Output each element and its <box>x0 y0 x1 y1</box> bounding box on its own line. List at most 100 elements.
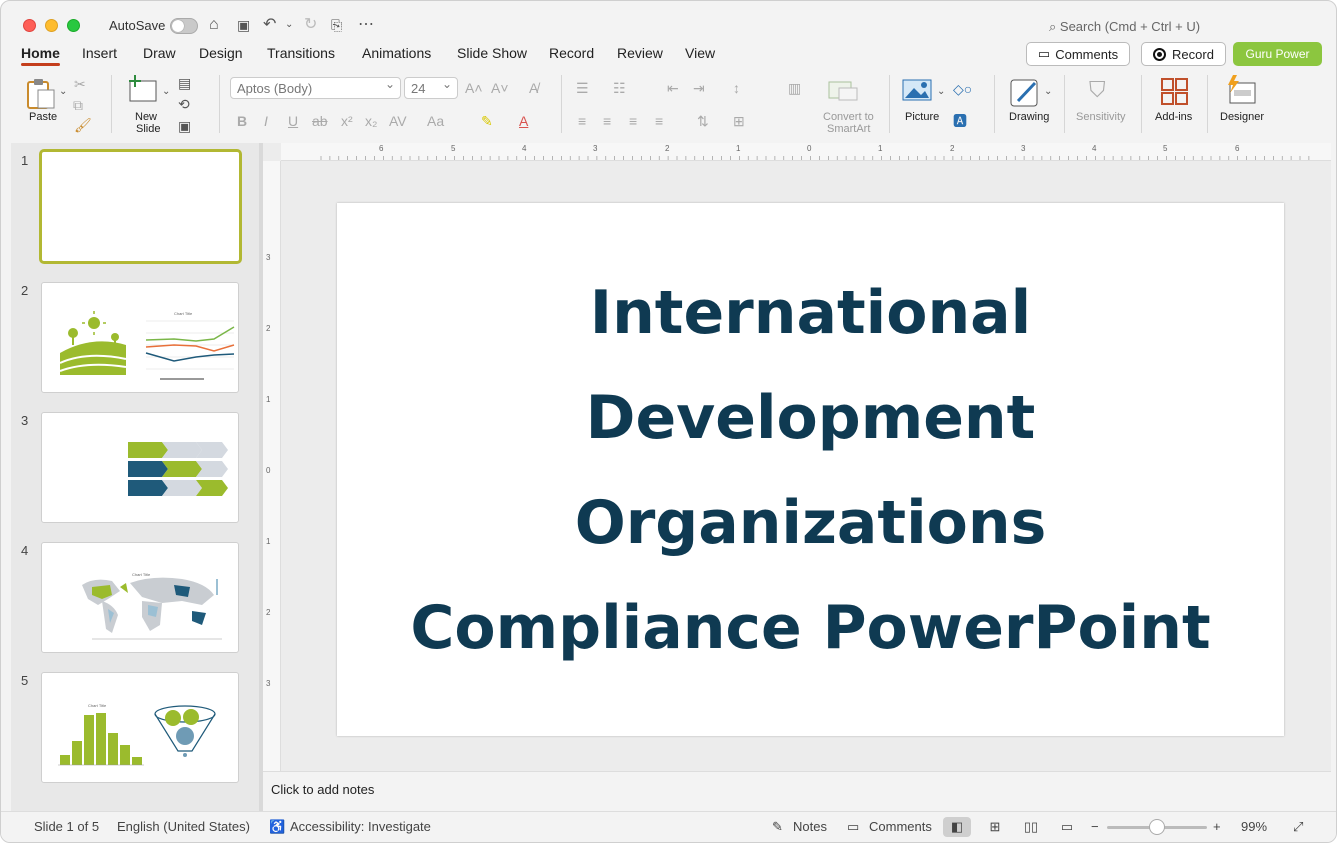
separator <box>889 75 890 133</box>
current-slide[interactable]: International Development Organizations … <box>337 203 1284 736</box>
reading-view-icon[interactable]: ▯▯ <box>1017 817 1045 837</box>
character-spacing-icon[interactable]: AV <box>389 113 407 129</box>
font-size-select[interactable]: 24 <box>404 77 458 99</box>
guru-power-button[interactable]: Guru Power <box>1233 42 1322 66</box>
zoom-window-button[interactable] <box>67 19 80 32</box>
line-spacing-icon[interactable]: ↕ <box>733 80 740 96</box>
zoom-in-icon[interactable]: + <box>1213 819 1221 834</box>
notes-pane[interactable]: Click to add notes <box>263 771 1331 811</box>
minimize-window-button[interactable] <box>45 19 58 32</box>
bullets-icon[interactable]: ☰ <box>576 80 589 96</box>
designer-icon[interactable] <box>1225 75 1259 107</box>
tab-insert[interactable]: Insert <box>82 45 117 61</box>
normal-view-icon[interactable]: ◧ <box>943 817 971 837</box>
close-window-button[interactable] <box>23 19 36 32</box>
decrease-font-icon[interactable]: A˅ <box>491 80 509 96</box>
underline-icon[interactable]: U <box>288 113 298 129</box>
tab-draw[interactable]: Draw <box>143 45 176 61</box>
paste-dropdown-icon[interactable]: ⌄ <box>59 84 67 100</box>
zoom-slider-handle[interactable] <box>1149 819 1165 835</box>
new-slide-dropdown-icon[interactable]: ⌄ <box>162 84 170 100</box>
align-right-icon[interactable]: ≡ <box>629 113 637 129</box>
autosave-toggle[interactable] <box>170 18 198 34</box>
align-left-icon[interactable]: ≡ <box>578 113 586 129</box>
numbering-icon[interactable]: ☷ <box>613 80 626 96</box>
columns-icon[interactable]: ▥ <box>788 80 801 96</box>
paste-icon[interactable] <box>25 77 59 111</box>
customize-icon[interactable]: ⎘ <box>331 15 342 35</box>
reset-icon[interactable]: ⟲ <box>178 96 190 112</box>
italic-icon[interactable]: I <box>264 113 268 129</box>
slide-thumbnail-4[interactable]: Chart Title <box>41 542 239 653</box>
search-box[interactable]: ⌕ Search (Cmd + Ctrl + U) <box>1049 19 1200 35</box>
text-box-icon[interactable]: 🅰 <box>953 113 967 129</box>
tab-transitions[interactable]: Transitions <box>267 45 335 61</box>
smartart-icon[interactable] <box>827 79 859 103</box>
notes-button[interactable]: Notes <box>793 819 827 834</box>
comments-button[interactable]: ▭ Comments <box>1026 42 1130 66</box>
tab-record[interactable]: Record <box>549 45 594 61</box>
slide-thumbnail-2[interactable]: Chart Title <box>41 282 239 393</box>
copy-icon[interactable]: ⧉ <box>73 97 83 113</box>
slideshow-view-icon[interactable]: ▭ <box>1053 817 1081 837</box>
highlight-icon[interactable]: ✎ <box>481 113 493 129</box>
accessibility-status[interactable]: Accessibility: Investigate <box>290 819 431 834</box>
fit-to-window-icon[interactable]: ⤢ <box>1293 819 1303 835</box>
increase-indent-icon[interactable]: ⇥ <box>693 80 705 96</box>
drawing-dropdown-icon[interactable]: ⌄ <box>1044 84 1052 100</box>
undo-dropdown-icon[interactable]: ⌄ <box>285 15 293 35</box>
addins-icon[interactable] <box>1160 77 1190 107</box>
notes-icon[interactable]: ✎ <box>772 819 783 835</box>
subscript-icon[interactable]: x₂ <box>365 113 377 129</box>
strikethrough-icon[interactable]: ab <box>312 113 328 129</box>
bold-icon[interactable]: B <box>237 113 247 129</box>
superscript-icon[interactable]: x² <box>341 113 353 129</box>
tab-home[interactable]: Home <box>21 45 60 66</box>
more-icon[interactable]: ⋯ <box>358 15 374 35</box>
tab-view[interactable]: View <box>685 45 715 61</box>
text-direction-icon[interactable]: ⇅ <box>697 113 709 129</box>
tab-design[interactable]: Design <box>199 45 243 61</box>
undo-icon[interactable]: ↶ <box>263 15 276 35</box>
picture-label: Picture <box>905 111 940 123</box>
format-painter-icon[interactable]: 🖌 <box>74 117 92 133</box>
align-text-icon[interactable]: ⊞ <box>733 113 745 129</box>
justify-icon[interactable]: ≡ <box>655 113 663 129</box>
comments-status-icon[interactable]: ▭ <box>847 819 859 835</box>
zoom-level[interactable]: 99% <box>1241 819 1267 834</box>
tab-animations[interactable]: Animations <box>362 45 431 61</box>
layout-icon[interactable]: ▤ <box>178 75 191 91</box>
slide-thumbnail-1[interactable] <box>39 149 242 264</box>
accessibility-icon[interactable]: ♿ <box>269 819 285 835</box>
increase-font-icon[interactable]: A˄ <box>465 80 483 96</box>
change-case-icon[interactable]: Aa <box>427 113 444 129</box>
clear-format-icon[interactable]: A̸ <box>529 80 538 96</box>
powerpoint-window: AutoSave ⌂ ▣ ↶ ⌄ ↻ ⎘ ⋯ ⌕ Search (Cmd + C… <box>0 0 1337 843</box>
zoom-out-icon[interactable]: − <box>1091 819 1099 834</box>
save-icon[interactable]: ▣ <box>237 15 250 35</box>
redo-icon[interactable]: ↻ <box>304 15 317 35</box>
paste-label: Paste <box>29 111 58 123</box>
comments-status-button[interactable]: Comments <box>869 819 932 834</box>
home-icon[interactable]: ⌂ <box>209 15 219 35</box>
font-color-icon[interactable]: A <box>519 113 528 129</box>
align-center-icon[interactable]: ≡ <box>603 113 611 129</box>
record-button[interactable]: Record <box>1141 42 1226 66</box>
decrease-indent-icon[interactable]: ⇤ <box>667 80 679 96</box>
section-icon[interactable]: ▣ <box>178 118 191 134</box>
tab-slide-show[interactable]: Slide Show <box>457 45 527 61</box>
sensitivity-icon[interactable]: ⛉ <box>1089 77 1106 103</box>
language-indicator[interactable]: English (United States) <box>117 819 250 834</box>
picture-icon[interactable] <box>902 78 932 102</box>
drawing-icon[interactable] <box>1010 77 1042 107</box>
slide-sorter-icon[interactable]: ⊞ <box>981 817 1009 837</box>
shapes-icon[interactable]: ◇○ <box>953 81 972 97</box>
font-name-select[interactable]: Aptos (Body) <box>230 77 401 99</box>
picture-dropdown-icon[interactable]: ⌄ <box>937 84 945 100</box>
new-slide-icon[interactable] <box>127 75 159 103</box>
slide-thumbnail-3[interactable] <box>41 412 239 523</box>
tab-review[interactable]: Review <box>617 45 663 61</box>
slide-thumbnail-5[interactable]: Chart Title <box>41 672 239 783</box>
slide-title[interactable]: International Development Organizations … <box>337 261 1284 681</box>
cut-icon[interactable]: ✂ <box>74 76 86 92</box>
